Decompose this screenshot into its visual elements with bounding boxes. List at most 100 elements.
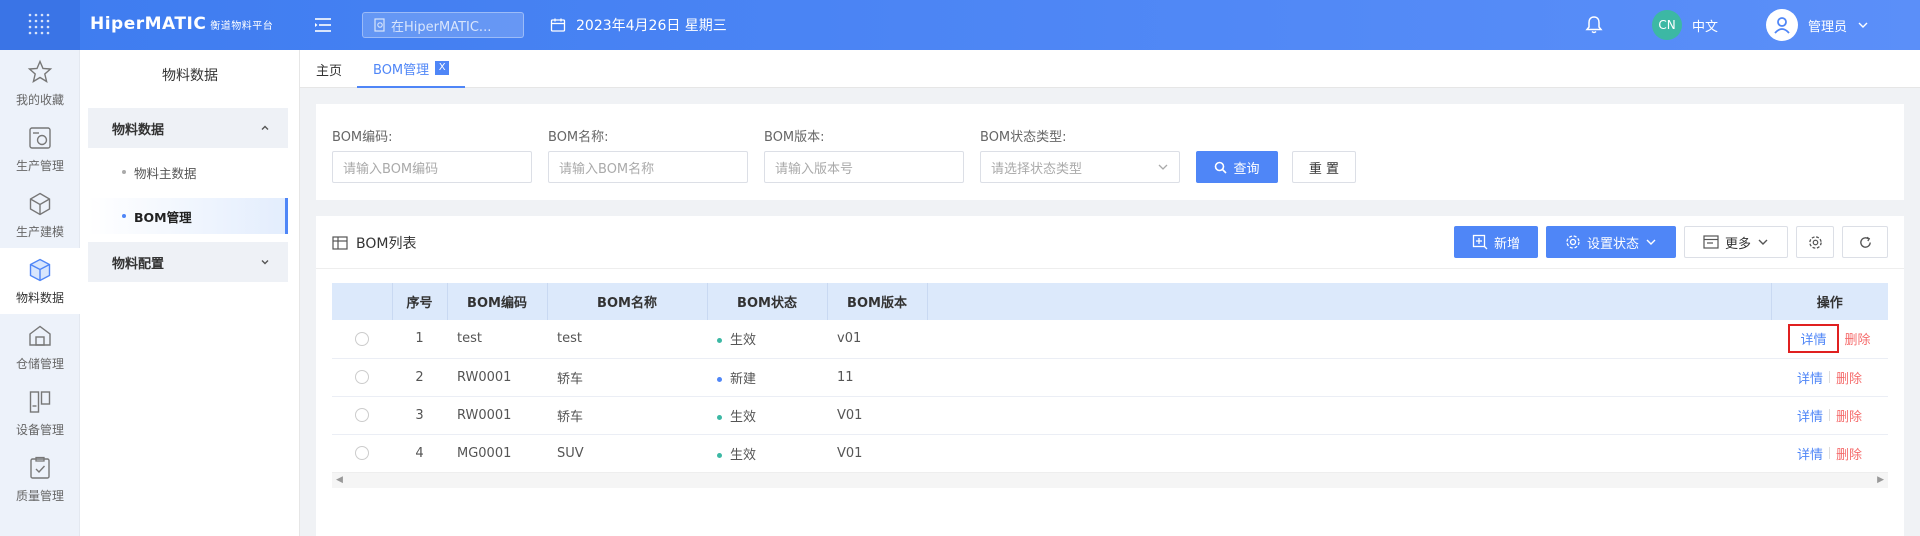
table-row[interactable]: 1 test test 生效 v01 详情 删除: [332, 320, 1888, 359]
tab-home[interactable]: 主页: [316, 50, 342, 88]
bom-version-input[interactable]: 请输入版本号: [764, 151, 964, 183]
notification-button[interactable]: [1585, 15, 1603, 39]
delete-link[interactable]: 删除: [1845, 329, 1871, 348]
detail-link[interactable]: 详情: [1788, 324, 1839, 354]
user-icon: [1774, 17, 1790, 34]
sidebar-item-label: 物料主数据: [134, 165, 197, 181]
rail-label-production: 生产管理: [15, 158, 64, 173]
row-select-radio[interactable]: [355, 408, 369, 422]
bom-code-input[interactable]: 请输入BOM编码: [332, 151, 532, 183]
sidebar-title: 物料数据: [162, 68, 218, 84]
bom-status-select[interactable]: 请选择状态类型: [980, 151, 1180, 183]
column-header-status[interactable]: BOM状态: [707, 283, 828, 320]
row-select-radio[interactable]: [355, 370, 369, 384]
table-row[interactable]: 4 MG0001 SUV 生效 V01 详情 删除: [332, 434, 1888, 473]
delete-link[interactable]: 删除: [1836, 406, 1862, 425]
sidebar-item-bom[interactable]: BOM管理: [88, 198, 288, 234]
cell-code: test: [447, 320, 547, 359]
sidebar-item-material-master[interactable]: 物料主数据: [88, 154, 288, 190]
quality-icon: [30, 456, 50, 479]
rail-item-material[interactable]: 物料数据: [0, 248, 80, 314]
status-dot-icon: [717, 376, 722, 382]
sidebar-group-material-config[interactable]: 物料配置: [88, 242, 288, 282]
scroll-left-icon[interactable]: ◀: [336, 475, 343, 485]
column-settings-button[interactable]: [1796, 226, 1834, 258]
refresh-icon: [1859, 236, 1871, 248]
divider: [1829, 409, 1830, 421]
add-button-label: 新增: [1493, 236, 1520, 252]
column-header-name[interactable]: BOM名称: [547, 283, 708, 320]
cell-code: RW0001: [447, 358, 547, 397]
table-row[interactable]: 3 RW0001 轿车 生效 V01 详情 删除: [332, 396, 1888, 435]
cell-version: 11: [827, 358, 927, 397]
material-icon: [29, 258, 51, 281]
bom-version-label: BOM版本:: [764, 130, 825, 145]
search-filter-panel: BOM编码: 请输入BOM编码 BOM名称: 请输入BOM名称 BOM版本: 请…: [316, 104, 1904, 200]
user-menu[interactable]: 管理员: [1766, 9, 1869, 41]
logo-main-text: HiperMATIC: [90, 14, 207, 34]
detail-link[interactable]: 详情: [1797, 368, 1823, 387]
cell-version: V01: [827, 434, 927, 473]
more-button[interactable]: 更多: [1684, 226, 1788, 258]
module-rail: 我的收藏 生产管理 生产建模 物料数据 仓储管理 设备管理 质量管理: [0, 50, 80, 536]
column-header-index[interactable]: 序号: [392, 283, 448, 320]
cell-spacer: [927, 320, 1771, 359]
rail-item-production[interactable]: 生产管理: [0, 116, 80, 182]
refresh-button[interactable]: [1842, 226, 1888, 258]
top-header: HiperMATIC 衡道物料平台 在HiperMATIC... 2023年4月2…: [0, 0, 1920, 50]
table-row[interactable]: 2 RW0001 轿车 新建 11 详情 删除: [332, 358, 1888, 397]
horizontal-scrollbar[interactable]: ◀ ▶: [332, 472, 1888, 488]
delete-link[interactable]: 删除: [1836, 368, 1862, 387]
cell-name: 轿车: [547, 396, 707, 435]
avatar: [1766, 9, 1798, 41]
query-button[interactable]: 查询: [1196, 151, 1278, 183]
divider: [1829, 447, 1830, 459]
detail-link[interactable]: 详情: [1797, 444, 1823, 463]
bom-name-placeholder: 请输入BOM名称: [559, 161, 655, 177]
rail-item-modeling[interactable]: 生产建模: [0, 182, 80, 248]
cell-actions: 详情 删除: [1771, 320, 1888, 359]
language-switcher[interactable]: CN 中文: [1652, 10, 1718, 40]
reset-button[interactable]: 重 置: [1292, 151, 1356, 183]
bom-status-label: BOM状态类型:: [980, 130, 1067, 145]
reset-button-label: 重 置: [1308, 161, 1340, 177]
menu-toggle-button[interactable]: [312, 14, 334, 36]
app-logo: HiperMATIC 衡道物料平台: [90, 14, 273, 34]
rail-item-quality[interactable]: 质量管理: [0, 446, 80, 512]
document-search-icon: [374, 18, 385, 32]
bom-name-input[interactable]: 请输入BOM名称: [548, 151, 748, 183]
global-search-input[interactable]: 在HiperMATIC...: [362, 12, 524, 38]
cell-status: 生效: [707, 320, 827, 359]
rail-item-warehouse[interactable]: 仓储管理: [0, 314, 80, 380]
bullet-icon: [122, 214, 126, 218]
cell-spacer: [927, 434, 1771, 473]
scroll-right-icon[interactable]: ▶: [1877, 475, 1884, 485]
delete-link[interactable]: 删除: [1836, 444, 1862, 463]
tab-bom[interactable]: BOM管理 X: [357, 50, 466, 88]
detail-link[interactable]: 详情: [1797, 406, 1823, 425]
cell-name: 轿车: [547, 358, 707, 397]
row-select-radio[interactable]: [355, 331, 369, 346]
rail-item-equipment[interactable]: 设备管理: [0, 380, 80, 446]
set-status-label: 设置状态: [1586, 236, 1639, 252]
bom-status-placeholder: 请选择状态类型: [991, 161, 1083, 177]
set-status-button[interactable]: 设置状态: [1546, 226, 1676, 258]
row-select-radio[interactable]: [355, 446, 369, 460]
cell-status: 生效: [707, 434, 827, 473]
language-badge: CN: [1652, 10, 1682, 40]
rail-item-favorites[interactable]: 我的收藏: [0, 50, 80, 116]
cell-status: 生效: [707, 396, 827, 435]
column-header-spacer: [927, 283, 1771, 320]
add-button[interactable]: 新增: [1454, 226, 1538, 258]
bom-code-placeholder: 请输入BOM编码: [343, 161, 439, 177]
chevron-down-icon: [1646, 239, 1656, 245]
app-grid-button[interactable]: [0, 0, 80, 50]
close-icon[interactable]: X: [435, 61, 450, 75]
query-button-label: 查询: [1233, 161, 1260, 177]
sidebar-group-material-data[interactable]: 物料数据: [88, 108, 288, 148]
global-search-placeholder: 在HiperMATIC...: [391, 19, 492, 35]
column-header-version[interactable]: BOM版本: [827, 283, 928, 320]
chevron-down-icon: [1858, 22, 1868, 28]
menu-icon: [315, 18, 331, 32]
column-header-code[interactable]: BOM编码: [447, 283, 548, 320]
